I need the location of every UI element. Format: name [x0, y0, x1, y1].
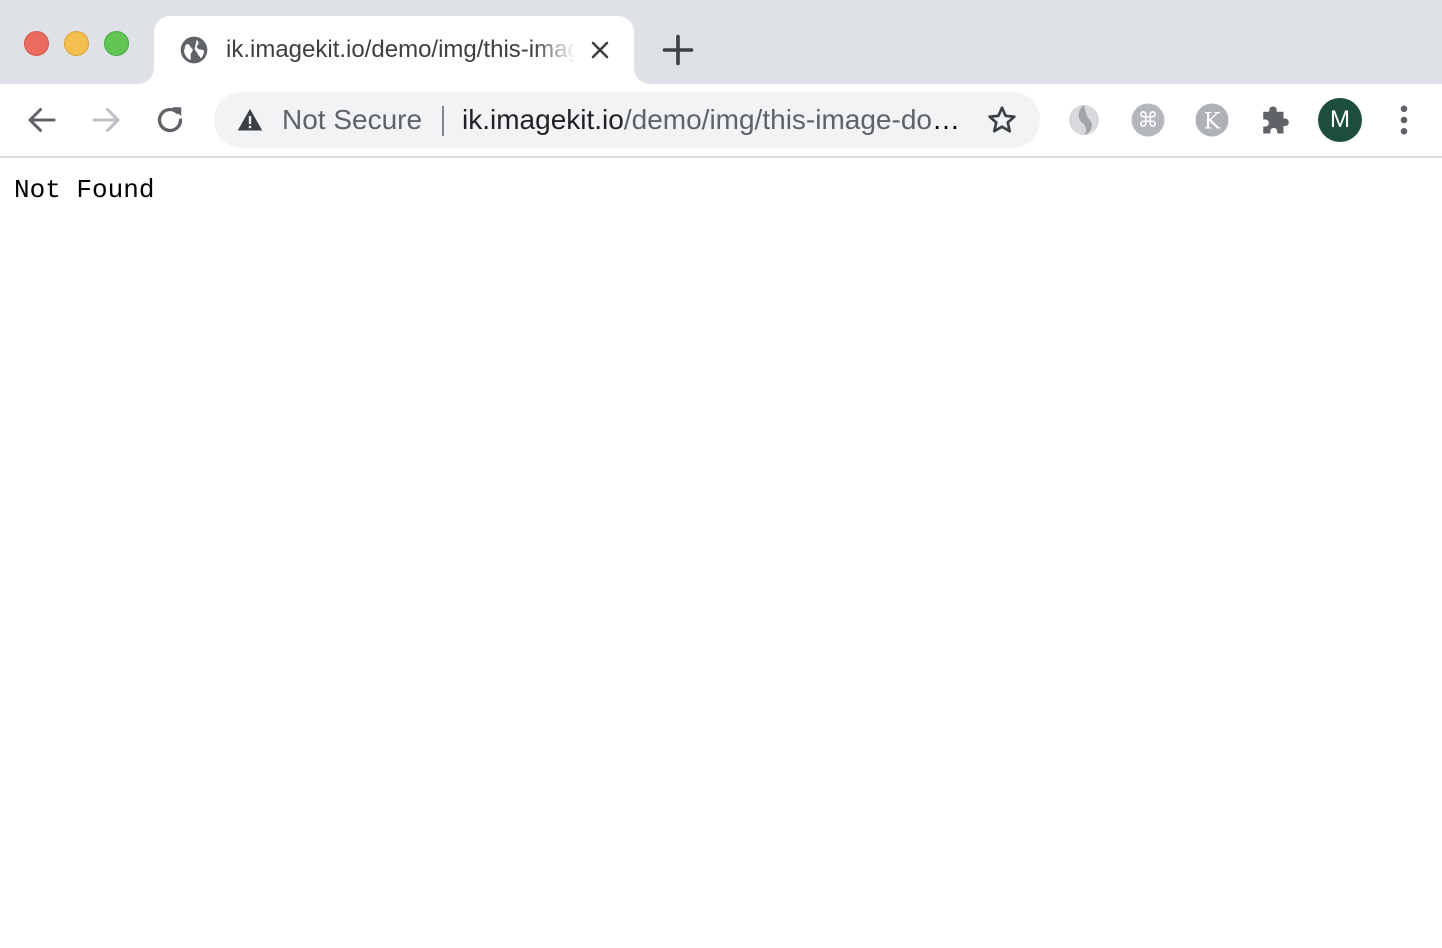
profile-avatar[interactable]: M [1318, 98, 1362, 142]
not-found-message: Not Found [14, 175, 155, 205]
reload-icon[interactable] [152, 102, 188, 138]
address-bar[interactable]: Not Secure ik.imagekit.io/demo/img/this-… [214, 92, 1040, 148]
tab-title: ik.imagekit.io/demo/img/this-image-does-… [226, 36, 576, 63]
forward-arrow-icon[interactable] [88, 102, 124, 138]
svg-text:⌘: ⌘ [1138, 108, 1159, 132]
window-close-button[interactable] [24, 31, 49, 56]
back-arrow-icon[interactable] [24, 102, 60, 138]
page-content: Not Found [0, 158, 1442, 948]
close-icon[interactable] [588, 38, 612, 62]
extension-k-icon[interactable]: K [1194, 102, 1230, 138]
omnibox-divider [442, 106, 444, 136]
extension-k-letter: K [1204, 108, 1222, 134]
warning-triangle-icon[interactable] [236, 106, 264, 134]
url-host: ik.imagekit.io [462, 104, 624, 135]
window-maximize-button[interactable] [104, 31, 129, 56]
browser-toolbar: Not Secure ik.imagekit.io/demo/img/this-… [0, 84, 1442, 158]
browser-tab-active[interactable]: ik.imagekit.io/demo/img/this-image-does-… [154, 16, 634, 84]
plus-icon[interactable] [660, 32, 696, 68]
kebab-menu-icon[interactable] [1386, 102, 1422, 138]
url-text[interactable]: ik.imagekit.io/demo/img/this-image-does-… [462, 92, 962, 148]
extension-command-icon[interactable]: ⌘ [1130, 102, 1166, 138]
extension-swirl-icon[interactable] [1066, 102, 1102, 138]
extensions-puzzle-icon[interactable] [1258, 102, 1294, 138]
star-icon[interactable] [986, 104, 1018, 136]
url-path: /demo/img/this-image-does-not-exist [623, 104, 962, 135]
browser-window: ik.imagekit.io/demo/img/this-image-does-… [0, 0, 1442, 948]
globe-icon [180, 36, 208, 64]
tab-strip: ik.imagekit.io/demo/img/this-image-does-… [0, 0, 1442, 84]
security-status-label[interactable]: Not Secure [282, 92, 422, 148]
window-minimize-button[interactable] [64, 31, 89, 56]
